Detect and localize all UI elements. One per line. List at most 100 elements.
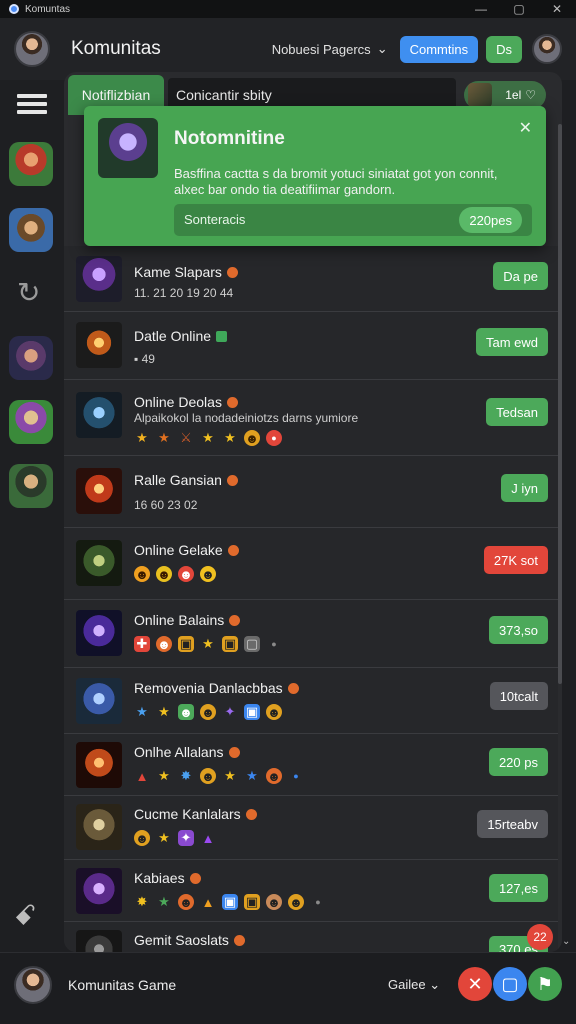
emoji-icon: ☻ (178, 894, 194, 910)
list-item[interactable]: Ralle Gansian 16 60 23 02 J iyn (64, 456, 558, 528)
list-item[interactable]: Kame Slapars 11. 21 20 19 20 44 Da pe (64, 246, 558, 312)
fire-icon (226, 475, 238, 486)
menu-icon[interactable] (17, 94, 47, 118)
close-icon[interactable]: ✕ (519, 118, 532, 138)
maximize-button[interactable]: ▢ (500, 0, 538, 18)
sidebar-game-3[interactable] (9, 336, 53, 380)
list-item[interactable]: Online Balains ✚ ☻ ▣ ★ ▣ ▢ ● 373,so (64, 600, 558, 668)
game-title: Gemit Saoslats (134, 932, 229, 948)
game-thumbnail (76, 468, 122, 514)
action-button[interactable]: Tam ewd (475, 328, 548, 356)
game-description: Alpaikokol la nodadeiniotzs darns yumior… (134, 411, 359, 425)
star-icon: ★ (202, 636, 214, 651)
game-thumbnail (76, 804, 122, 850)
action-button[interactable]: 10tcalt (489, 682, 548, 710)
game-select-dropdown[interactable]: Gailee ⌄ (388, 977, 440, 993)
notification-count-badge[interactable]: 22 (527, 924, 553, 950)
fire-icon (226, 397, 238, 408)
star-icon: ★ (224, 768, 236, 783)
tab-right-toggle[interactable]: 1el ♡ (464, 81, 546, 109)
list-item[interactable]: Kabiaes ✸ ★ ☻ ▲ ▣ ▣ ☻ ☻ ● 127,es (64, 860, 558, 922)
list-item[interactable]: Removenia Danlacbbas ★ ★ ☻ ☻ ✦ ▣ ☻ 10tca… (64, 668, 558, 734)
emoji-icon: ☻ (200, 566, 216, 582)
bottom-bar: Komunitas Game Gailee ⌄ ✕ ▢ ⚑ (0, 952, 576, 1024)
game-thumbnail (76, 742, 122, 788)
badge-icon: ✦ (178, 830, 194, 846)
chest-icon: ▣ (222, 636, 238, 652)
action-button[interactable]: 373,so (488, 616, 548, 644)
notification-title: Notomnitine (174, 128, 285, 149)
tag-icons: ▲ ★ ✸ ☻ ★ ★ ☻ ● (134, 768, 304, 784)
list-item[interactable]: Online Gelake ☻ ☻ ☻ ☻ 27K sot (64, 528, 558, 600)
list-item[interactable]: Datle Online ▪ 49 Tam ewd (64, 312, 558, 380)
dot-icon: ● (271, 639, 277, 649)
game-thumbnail (76, 930, 122, 952)
user-avatar[interactable] (14, 31, 50, 67)
comments-button[interactable]: Commtins (399, 35, 479, 63)
chest-icon: ▣ (178, 636, 194, 652)
star-icon: ★ (158, 830, 170, 845)
flame-icon: ▲ (135, 768, 149, 784)
scroll-down-icon[interactable]: ⌄ (562, 936, 570, 947)
game-stats: 49 (141, 352, 155, 366)
scrollbar[interactable] (558, 124, 562, 684)
fire-icon (233, 935, 245, 946)
list-item[interactable]: Gemit Saoslats 370,es (64, 922, 558, 952)
chest-icon: ▣ (244, 894, 260, 910)
status-icon (216, 331, 228, 342)
game-title: Online Gelake (134, 542, 223, 558)
notification-bar-value[interactable]: 220pes (459, 207, 522, 233)
action-button[interactable]: 15rteabv (477, 810, 548, 838)
game-thumbnail (76, 610, 122, 656)
action-button[interactable]: Da pe (493, 262, 548, 290)
logo-icon: ꗃ (14, 900, 37, 931)
action-button[interactable]: 220 ps (488, 748, 548, 776)
star-icon: ★ (246, 768, 258, 783)
game-title: Ralle Gansian (134, 472, 222, 488)
notification-progress[interactable]: Sonteracis 220pes (174, 204, 532, 236)
sidebar-game-1[interactable] (9, 142, 53, 186)
user-avatar[interactable] (14, 966, 52, 1004)
action-button[interactable]: 27K sot (483, 546, 548, 574)
emoji-icon: ☻ (266, 894, 282, 910)
window-icon[interactable]: ▢ (493, 967, 527, 1001)
tag-icons: ☻ ☻ ☻ ☻ (134, 566, 216, 582)
profile-avatar[interactable] (532, 34, 562, 64)
list-item[interactable]: Cucme Kanlalars ☻ ★ ✦ ▲ 15rteabv (64, 796, 558, 860)
tag-icons: ★ ★ ⚔ ★ ★ ☻ ● (134, 430, 282, 446)
ds-button[interactable]: Ds (486, 35, 522, 63)
sidebar: ↻ ꗃ (0, 80, 62, 950)
action-button[interactable]: 127,es (488, 874, 548, 902)
pager-dropdown[interactable]: Nobuesi Pagercs ⌄ (272, 41, 388, 57)
fire-icon (227, 545, 239, 556)
sidebar-game-2[interactable] (9, 208, 53, 252)
game-thumbnail (76, 256, 122, 302)
action-button[interactable]: Tedsan (486, 398, 548, 426)
list-item[interactable]: Online Deolas Alpaikokol la nodadeiniotz… (64, 380, 558, 456)
dot-icon: ● (293, 771, 299, 781)
sidebar-game-4[interactable] (9, 400, 53, 444)
game-title: Onlhe Allalans (134, 744, 224, 760)
emoji-icon: ☻ (200, 704, 216, 720)
close-window-button[interactable]: ✕ (538, 0, 576, 18)
heart-icon: ♡ (525, 88, 536, 102)
star-icon: ★ (158, 768, 170, 783)
close-icon[interactable]: ✕ (458, 967, 492, 1001)
game-thumbnail (76, 868, 122, 914)
sidebar-game-5[interactable] (9, 464, 53, 508)
controller-icon: ▪ (134, 352, 142, 366)
minimize-button[interactable]: — (462, 0, 500, 18)
refresh-icon[interactable]: ↻ (17, 276, 40, 309)
game-thumbnail (76, 322, 122, 368)
action-button[interactable]: J iyn (501, 474, 548, 502)
flag-icon[interactable]: ⚑ (528, 967, 562, 1001)
notification-toast[interactable]: Notomnitine ✕ Basffina cactta s da bromi… (84, 106, 546, 246)
fire-icon (287, 683, 299, 694)
fire-icon (245, 809, 257, 820)
app-header: Komunitas Nobuesi Pagercs ⌄ Commtins Ds (0, 18, 576, 80)
tag-icons: ☻ ★ ✦ ▲ (134, 830, 216, 846)
tab-right-value: 1el (505, 88, 522, 102)
list-item[interactable]: Onlhe Allalans ▲ ★ ✸ ☻ ★ ★ ☻ ● 220 ps (64, 734, 558, 796)
star-icon: ★ (202, 430, 214, 445)
tag-icons: ✸ ★ ☻ ▲ ▣ ▣ ☻ ☻ ● (134, 894, 326, 910)
